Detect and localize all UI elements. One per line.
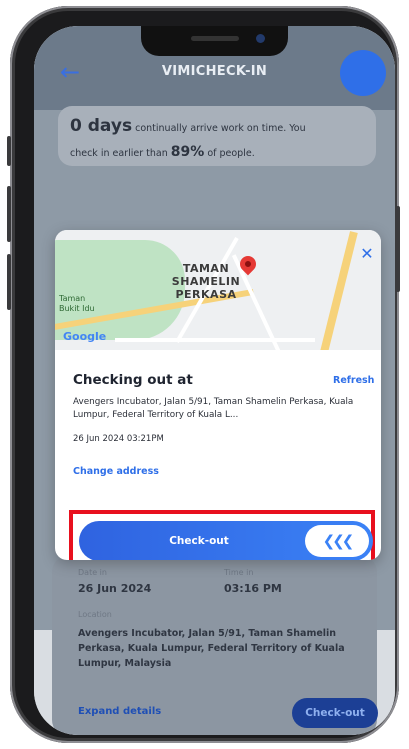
phone-frame: ← VIMICHECK-IN 0 days continually arrive… xyxy=(7,6,400,743)
checkout-datetime: 26 Jun 2024 03:21PM xyxy=(73,434,164,444)
speaker xyxy=(191,36,239,41)
map-street xyxy=(115,338,315,342)
map-small-label: Taman Bukit Idu xyxy=(59,294,95,313)
mute-switch xyxy=(7,136,11,166)
streak-text-2: check in earlier than xyxy=(70,148,168,159)
time-label: Time in xyxy=(224,568,254,577)
map-road xyxy=(316,231,358,350)
checkout-button[interactable]: Check-out xyxy=(292,698,378,728)
expand-details-link[interactable]: Expand details xyxy=(78,706,161,717)
modal-title: Checking out at xyxy=(73,372,193,388)
volume-up-button xyxy=(7,186,11,242)
google-logo: Google xyxy=(63,330,107,343)
checkout-modal: TAMAN SHAMELIN PERKASA Taman Bukit Idu G… xyxy=(55,230,381,560)
map-area-label: TAMAN SHAMELIN PERKASA xyxy=(171,262,241,301)
refresh-link[interactable]: Refresh xyxy=(333,375,374,386)
location-label: Location xyxy=(78,610,112,619)
checkout-address: Avengers Incubator, Jalan 5/91, Taman Sh… xyxy=(73,397,354,420)
checkout-slider[interactable]: Check-out ❮❮❮ xyxy=(79,521,373,560)
close-icon[interactable]: ✕ xyxy=(359,246,375,262)
slider-knob[interactable]: ❮❮❮ xyxy=(305,525,369,557)
chevrons-left-icon: ❮❮❮ xyxy=(322,532,355,550)
change-address-link[interactable]: Change address xyxy=(73,466,159,477)
volume-down-button xyxy=(7,254,11,310)
power-button xyxy=(396,206,400,292)
date-label: Date in xyxy=(78,568,107,577)
phone-screen: ← VIMICHECK-IN 0 days continually arrive… xyxy=(34,26,395,735)
notch xyxy=(141,26,288,56)
date-value: 26 Jun 2024 xyxy=(78,582,152,595)
location-value: Avengers Incubator, Jalan 5/91, Taman Sh… xyxy=(78,628,345,669)
streak-text-1: continually arrive work on time. You xyxy=(135,123,306,134)
streak-days: 0 days xyxy=(70,116,133,136)
front-camera xyxy=(256,34,265,43)
streak-card: 0 days continually arrive work on time. … xyxy=(58,106,376,166)
streak-percent: 89% xyxy=(170,144,205,160)
location-map[interactable]: TAMAN SHAMELIN PERKASA Taman Bukit Idu G… xyxy=(55,230,381,350)
time-value: 03:16 PM xyxy=(224,582,282,595)
slider-label: Check-out xyxy=(169,535,229,547)
avatar[interactable] xyxy=(340,50,386,96)
streak-text-3: of people. xyxy=(207,148,255,159)
